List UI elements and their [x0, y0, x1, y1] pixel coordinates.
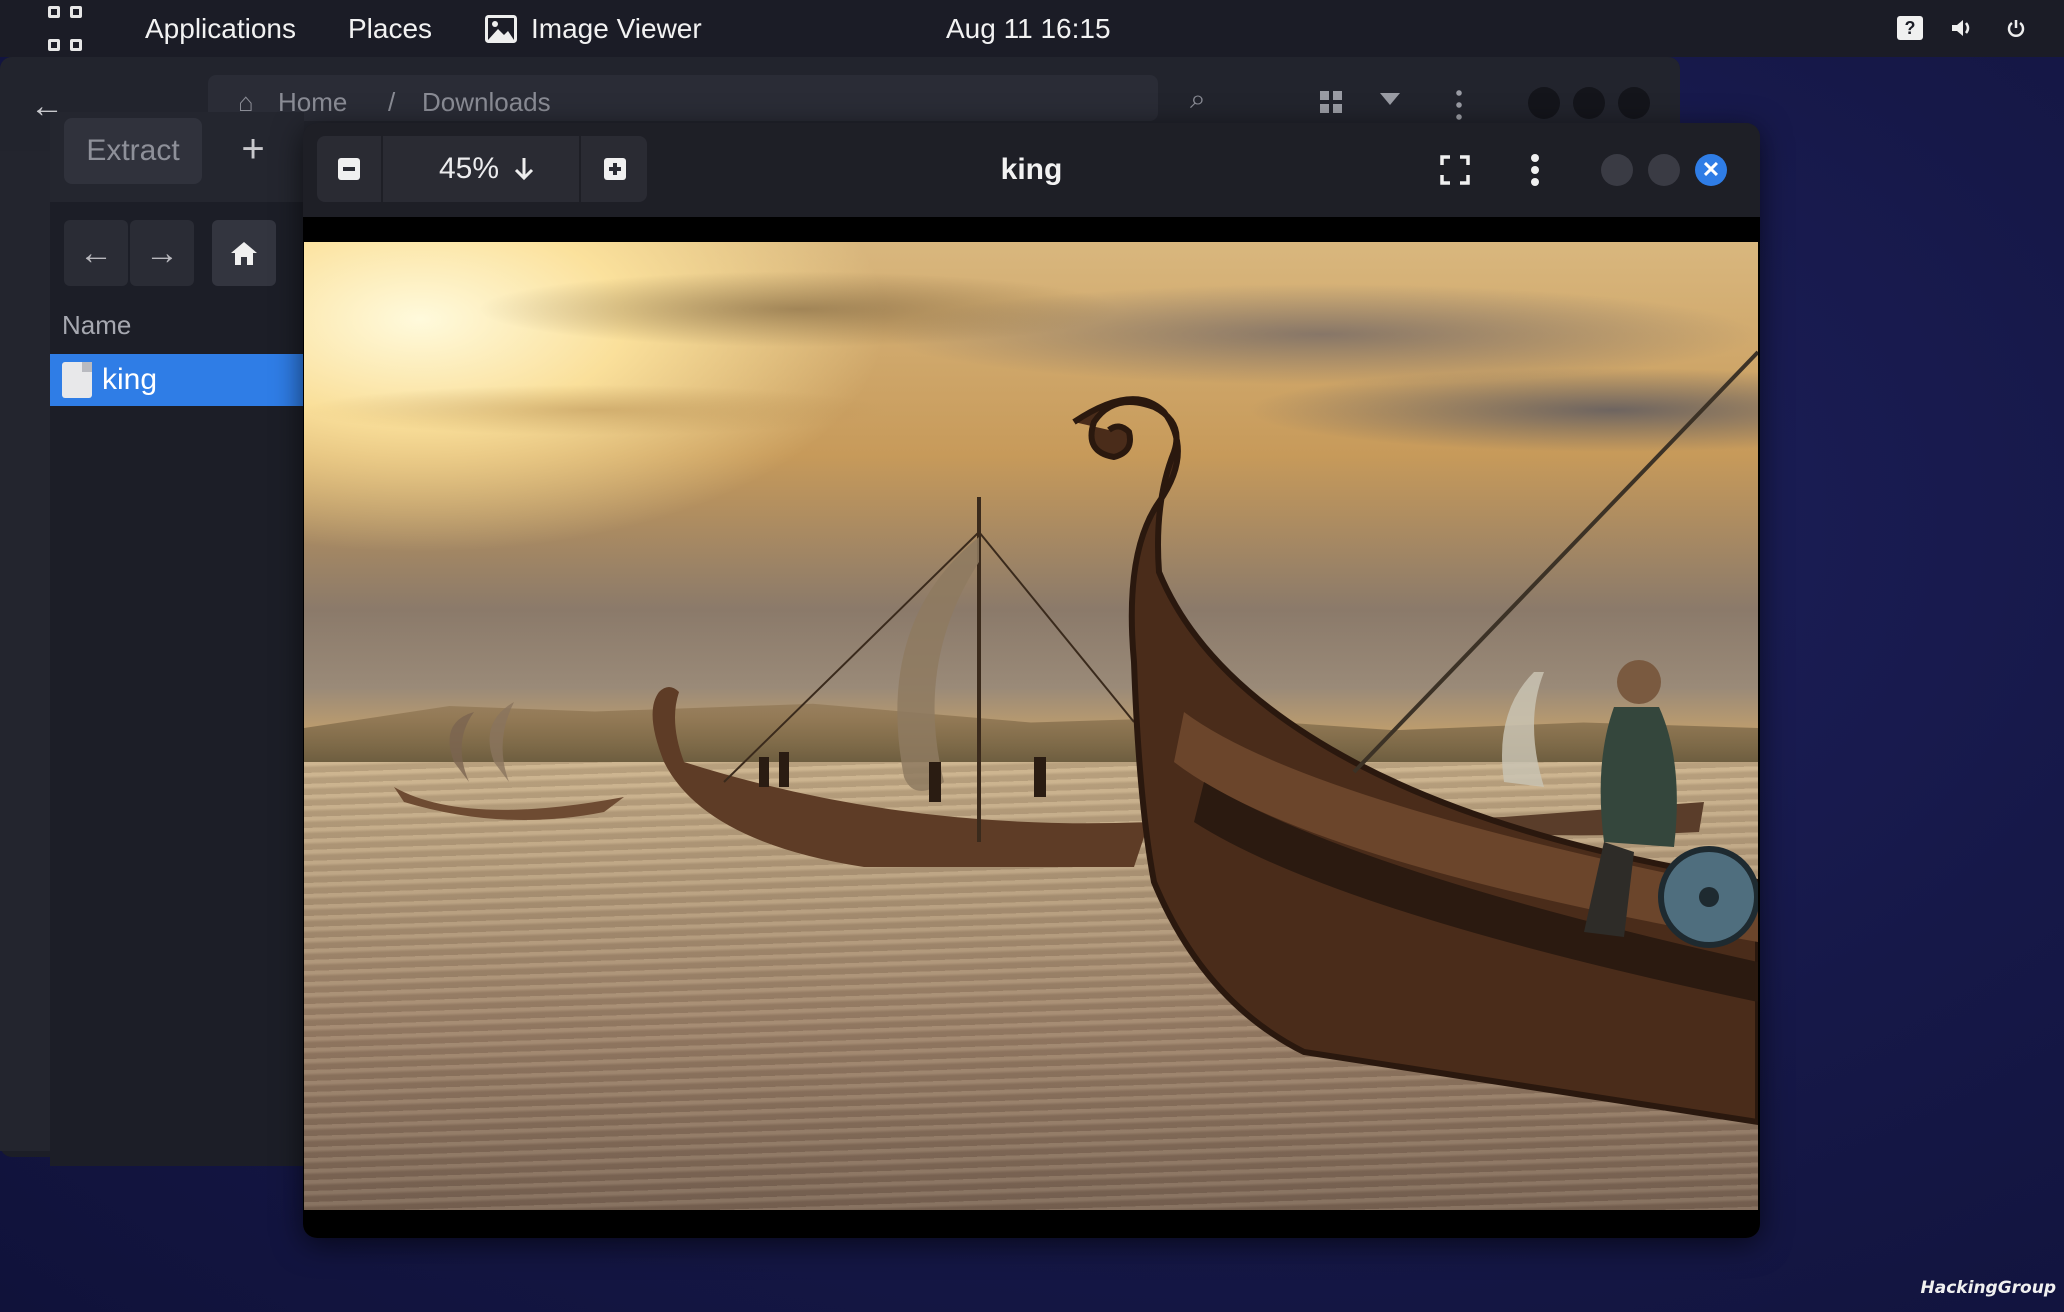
maximize-button[interactable]	[1648, 154, 1680, 186]
archive-panel: Extract + ← → Name king	[50, 112, 304, 1166]
power-icon[interactable]	[2002, 14, 2030, 42]
close-button[interactable]	[1618, 87, 1650, 119]
file-row[interactable]: king	[50, 354, 304, 406]
apps-grid-icon[interactable]	[48, 0, 82, 57]
image-viewer-window: 45% king ✕	[303, 123, 1760, 1238]
applications-menu[interactable]: Applications	[145, 0, 296, 57]
app-menu-label: Image Viewer	[531, 12, 702, 44]
name-column-header[interactable]: Name	[62, 310, 131, 341]
path-current[interactable]: Downloads	[422, 87, 551, 118]
separator	[381, 136, 383, 202]
close-button[interactable]: ✕	[1695, 154, 1727, 186]
file-name: king	[102, 363, 158, 396]
maximize-button[interactable]	[1573, 87, 1605, 119]
volume-icon[interactable]	[1948, 14, 1976, 42]
viewer-headerbar: 45% king ✕	[303, 123, 1760, 217]
top-bar: Applications Places Image Viewer Aug 11 …	[0, 0, 2064, 57]
minimize-button[interactable]	[1601, 154, 1633, 186]
forward-arrow-icon[interactable]: →	[130, 220, 194, 286]
extract-button[interactable]: Extract	[64, 118, 202, 184]
app-menu[interactable]: Image Viewer	[485, 0, 702, 57]
watermark-logo: HackingGroup	[1920, 1278, 2056, 1298]
path-bar[interactable]: ⌂ Home / Downloads	[208, 75, 1158, 121]
view-grid-icon[interactable]	[1320, 91, 1342, 113]
help-icon[interactable]: ?	[1896, 14, 1924, 42]
zoom-in-icon	[604, 158, 626, 180]
search-icon[interactable]: ⌕	[1190, 83, 1206, 116]
clock[interactable]: Aug 11 16:15	[946, 0, 1111, 57]
minimize-button[interactable]	[1528, 87, 1560, 119]
zoom-controls: 45%	[317, 136, 647, 202]
menu-kebab-icon[interactable]	[1512, 147, 1558, 193]
fullscreen-icon[interactable]	[1432, 147, 1478, 193]
home-icon[interactable]	[212, 220, 276, 286]
archive-toolbar: Extract +	[50, 112, 304, 202]
zoom-out-icon	[338, 158, 360, 180]
places-menu[interactable]: Places	[348, 0, 432, 57]
menu-kebab-icon[interactable]	[1456, 87, 1462, 121]
zoom-in-button[interactable]	[583, 136, 647, 202]
view-options-dropdown-icon[interactable]	[1380, 93, 1400, 105]
path-separator: /	[388, 87, 396, 117]
add-button[interactable]: +	[230, 126, 276, 172]
places-sidebar	[0, 151, 50, 1151]
zoom-out-button[interactable]	[317, 136, 381, 202]
zoom-level: 45%	[438, 152, 500, 185]
arrow-down-icon	[514, 158, 534, 181]
file-icon	[62, 362, 92, 398]
back-arrow-icon[interactable]: ←	[64, 220, 128, 286]
separator	[579, 136, 581, 202]
zoom-level-dropdown[interactable]: 45%	[387, 136, 587, 202]
image-viewer-icon	[485, 14, 517, 43]
viking-ships-image: HackingGroup	[304, 242, 1758, 1210]
